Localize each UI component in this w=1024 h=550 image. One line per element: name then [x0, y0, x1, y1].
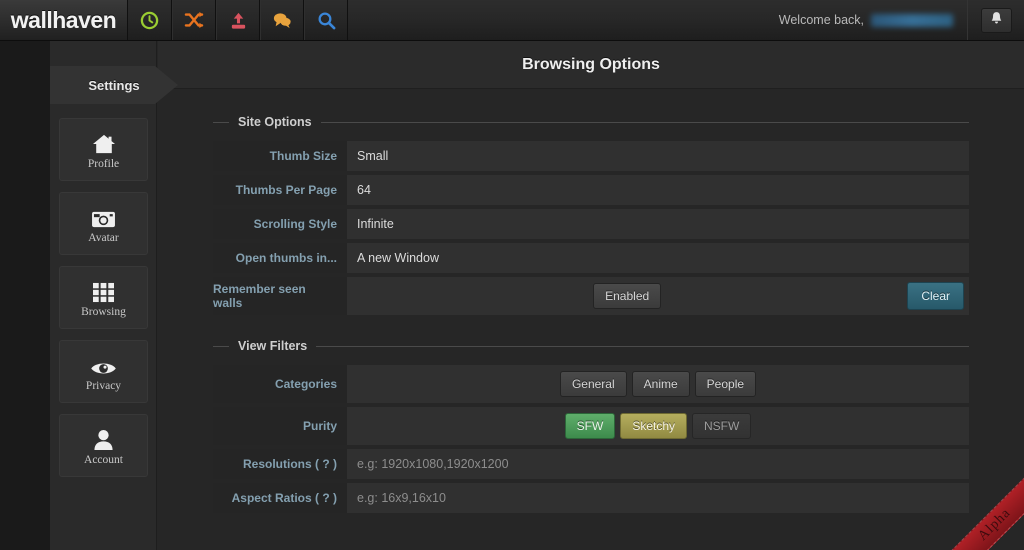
grid-icon	[92, 278, 115, 303]
sidebar-item-browsing[interactable]: Browsing	[59, 266, 148, 329]
camera-icon	[91, 204, 116, 229]
person-icon	[93, 426, 114, 451]
sidebar-item-label: Account	[84, 453, 123, 466]
bell-icon	[990, 11, 1003, 30]
category-general-button[interactable]: General	[559, 371, 627, 397]
row-thumbs-per-page: Thumbs Per Page 64	[213, 175, 969, 205]
legend-rule-left	[213, 121, 229, 123]
header-spacer	[348, 0, 779, 40]
sidebar-item-label: Privacy	[85, 379, 122, 392]
eye-icon	[90, 352, 117, 377]
purity-sfw-button[interactable]: SFW	[564, 413, 616, 439]
sidebar-item-avatar[interactable]: Avatar	[59, 192, 148, 255]
view-filters-section: View Filters Categories General Anime Pe…	[213, 339, 969, 517]
page-body: Settings Profile Avatar Browsing Privacy…	[0, 41, 1024, 550]
sidebar-item-account[interactable]: Account	[59, 414, 148, 477]
row-label: Open thumbs in...	[213, 243, 347, 273]
scrolling-style-select[interactable]: Infinite	[347, 209, 969, 239]
nav-random[interactable]	[172, 0, 216, 40]
nav-search[interactable]	[304, 0, 348, 40]
content-wrapper: Settings Profile Avatar Browsing Privacy…	[50, 41, 1024, 550]
row-scrolling-style: Scrolling Style Infinite	[213, 209, 969, 239]
primary-nav	[128, 0, 348, 40]
welcome-block: Welcome back,	[779, 0, 967, 40]
purity-sketchy-button[interactable]: Sketchy	[620, 413, 688, 439]
row-label: Purity	[213, 407, 347, 445]
settings-form: Site Options Thumb Size Small Thumbs Per…	[158, 89, 1024, 517]
legend-rule-right	[320, 121, 969, 123]
sidebar-items: Profile Avatar Browsing Privacy Account	[59, 118, 148, 488]
enabled-zone: Enabled	[352, 283, 902, 309]
legend-label: View Filters	[238, 339, 308, 353]
main-panel: Browsing Options Site Options Thumb Size…	[158, 41, 1024, 550]
remember-toggle-button[interactable]: Enabled	[593, 283, 662, 309]
row-label: Remember seen walls	[213, 277, 347, 315]
row-purity: Purity SFW Sketchy NSFW	[213, 407, 969, 445]
purity-nsfw-button[interactable]: NSFW	[692, 413, 752, 439]
nav-comments[interactable]	[260, 0, 304, 40]
categories-controls: General Anime People	[347, 365, 969, 403]
upload-icon	[229, 11, 248, 30]
search-icon	[317, 11, 336, 30]
purity-toggle-group: SFW Sketchy NSFW	[352, 413, 964, 439]
clear-seen-walls-button[interactable]: Clear	[907, 282, 964, 310]
row-label: Aspect Ratios ( ? )	[213, 483, 347, 513]
thumbs-per-page-select[interactable]: 64	[347, 175, 969, 205]
remember-controls: Enabled Clear	[347, 277, 969, 315]
row-label: Resolutions ( ? )	[213, 449, 347, 479]
home-icon	[92, 130, 116, 155]
row-label: Thumbs Per Page	[213, 175, 347, 205]
resolutions-input[interactable]: e.g: 1920x1080,1920x1200	[347, 449, 969, 479]
settings-tab: Settings	[50, 66, 178, 104]
view-filters-legend: View Filters	[213, 339, 969, 353]
legend-rule-right	[316, 345, 969, 347]
top-header: wallhaven Welcome back,	[0, 0, 1024, 41]
legend-rule-left	[213, 345, 229, 347]
thumb-size-select[interactable]: Small	[347, 141, 969, 171]
row-thumb-size: Thumb Size Small	[213, 141, 969, 171]
sidebar-item-label: Profile	[87, 157, 120, 170]
settings-sidebar: Settings Profile Avatar Browsing Privacy…	[50, 41, 178, 550]
site-options-legend: Site Options	[213, 115, 969, 129]
aspect-ratios-input[interactable]: e.g: 16x9,16x10	[347, 483, 969, 513]
sidebar-item-privacy[interactable]: Privacy	[59, 340, 148, 403]
shuffle-icon	[184, 11, 204, 29]
category-anime-button[interactable]: Anime	[631, 371, 690, 397]
open-thumbs-in-select[interactable]: A new Window	[347, 243, 969, 273]
row-open-thumbs-in: Open thumbs in... A new Window	[213, 243, 969, 273]
latest-icon	[140, 11, 159, 30]
nav-latest[interactable]	[128, 0, 172, 40]
row-label: Thumb Size	[213, 141, 347, 171]
sidebar-item-profile[interactable]: Profile	[59, 118, 148, 181]
row-remember-seen-walls: Remember seen walls Enabled Clear	[213, 277, 969, 315]
row-resolutions: Resolutions ( ? ) e.g: 1920x1080,1920x12…	[213, 449, 969, 479]
comments-icon	[272, 11, 292, 29]
category-people-button[interactable]: People	[694, 371, 757, 397]
notifications-area	[967, 0, 1024, 40]
page-title: Browsing Options	[158, 41, 1024, 89]
welcome-text: Welcome back,	[778, 13, 864, 27]
site-logo[interactable]: wallhaven	[0, 0, 128, 40]
sidebar-item-label: Browsing	[81, 305, 126, 318]
categories-toggle-group: General Anime People	[352, 371, 964, 397]
row-label: Categories	[213, 365, 347, 403]
sidebar-item-label: Avatar	[88, 231, 119, 244]
row-aspect-ratios: Aspect Ratios ( ? ) e.g: 16x9,16x10	[213, 483, 969, 513]
notifications-button[interactable]	[980, 7, 1012, 33]
legend-label: Site Options	[238, 115, 312, 129]
row-categories: Categories General Anime People	[213, 365, 969, 403]
nav-upload[interactable]	[216, 0, 260, 40]
settings-tab-label: Settings	[88, 77, 140, 93]
row-label: Scrolling Style	[213, 209, 347, 239]
site-options-section: Site Options Thumb Size Small Thumbs Per…	[213, 115, 969, 319]
username-redacted[interactable]	[871, 13, 953, 27]
purity-controls: SFW Sketchy NSFW	[347, 407, 969, 445]
